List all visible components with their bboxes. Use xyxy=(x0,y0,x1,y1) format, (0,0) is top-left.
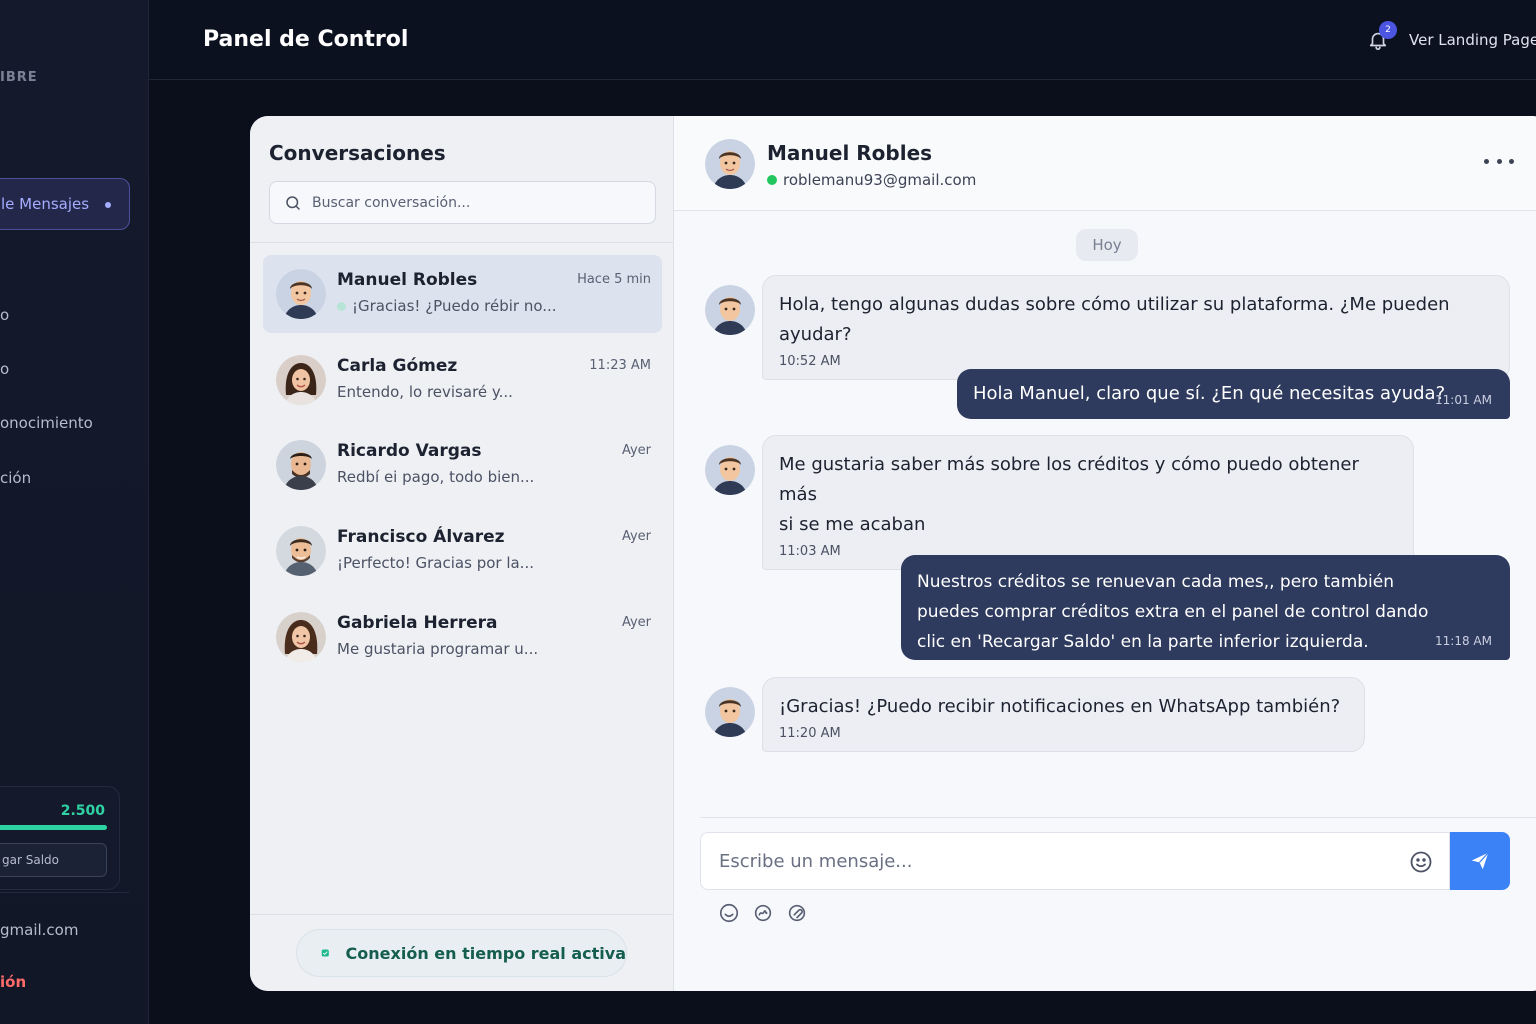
conversation-time: Ayer xyxy=(621,443,651,458)
online-indicator xyxy=(767,175,777,185)
message-text-line: Me gustaria saber más sobre los créditos… xyxy=(779,454,1359,505)
message-time: 10:52 AM xyxy=(779,354,841,369)
credits-widget: 2.500 gar Saldo xyxy=(0,786,120,890)
search-input[interactable] xyxy=(312,194,632,211)
credits-progress-fill xyxy=(0,825,107,830)
message-text-line: clic en 'Recargar Saldo' en la parte inf… xyxy=(917,632,1369,652)
message-time: 11:20 AM xyxy=(779,726,841,741)
conversation-time: Hace 5 min xyxy=(577,272,651,287)
sidebar-item-label: le Mensajes xyxy=(1,195,90,213)
avatar xyxy=(705,445,755,495)
divider xyxy=(700,817,1536,818)
sticker-icon[interactable] xyxy=(752,902,774,924)
check-shield-icon xyxy=(321,949,329,957)
message-bubble: Hola, tengo algunas dudas sobre cómo uti… xyxy=(762,275,1510,380)
conversation-preview-text: ¡Gracias! ¿Puedo rébir no... xyxy=(352,297,557,315)
avatar xyxy=(705,285,755,335)
conversation-time: 11:23 AM xyxy=(589,358,651,373)
message-outgoing: Hola Manuel, claro que sí. ¿En qué neces… xyxy=(957,369,1510,419)
contact-status: roblemanu93@gmail.com xyxy=(767,171,976,189)
message-text: ¡Gracias! ¿Puedo recibir notificaciones … xyxy=(779,696,1341,717)
view-landing-page-link[interactable]: Ver Landing Page xyxy=(1409,31,1536,49)
message-input[interactable] xyxy=(719,850,1379,872)
message-bubble: Me gustaria saber más sobre los créditos… xyxy=(762,435,1414,570)
sidebar-item-2[interactable]: o xyxy=(0,360,9,378)
sidebar-item-mensajes[interactable]: le Mensajes xyxy=(0,178,130,230)
active-indicator-dot xyxy=(105,202,111,208)
contact-avatar xyxy=(705,139,755,189)
sidebar-item-conocimiento[interactable]: onocimiento xyxy=(0,414,93,432)
chat-header: Manuel Robles roblemanu93@gmail.com xyxy=(674,116,1536,211)
conversation-preview: Me gustaria programar u... xyxy=(337,640,539,658)
message-bubble: ¡Gracias! ¿Puedo recibir notificaciones … xyxy=(762,677,1365,752)
conversation-time: Ayer xyxy=(621,615,651,630)
avatar xyxy=(276,440,326,490)
more-options-icon[interactable] xyxy=(1484,151,1514,171)
conversation-name: Gabriela Herrera xyxy=(337,613,498,633)
conversation-name: Manuel Robles xyxy=(337,270,478,290)
day-separator: Hoy xyxy=(1076,229,1138,261)
sidebar: IBRE le Mensajes o o onocimiento ción 2.… xyxy=(0,0,149,1024)
sidebar-divider xyxy=(0,892,129,893)
avatar xyxy=(276,612,326,662)
message-input-box xyxy=(700,832,1450,890)
divider xyxy=(250,914,674,915)
page-title: Panel de Control xyxy=(203,27,409,52)
message-text-line: puedes comprar créditos extra en el pane… xyxy=(917,602,1429,622)
avatar xyxy=(276,355,326,405)
user-email: gmail.com xyxy=(0,921,79,939)
attach-icon[interactable] xyxy=(786,902,808,924)
conversation-name: Carla Gómez xyxy=(337,356,458,376)
message-text: Hola Manuel, claro que sí. ¿En qué neces… xyxy=(973,383,1446,404)
realtime-status-text: Conexión en tiempo real activa xyxy=(345,943,626,963)
conversation-item-gabriela-herrera[interactable]: Gabriela Herrera Ayer Me gustaria progra… xyxy=(263,598,662,676)
credits-value: 2.500 xyxy=(60,803,105,819)
message-time: 11:18 AM xyxy=(1435,634,1492,648)
search-box xyxy=(269,181,656,224)
credits-progress-bar xyxy=(0,825,107,830)
messages-card: Conversaciones Manuel Robles Hace 5 min … xyxy=(250,116,1536,991)
conversation-name: Ricardo Vargas xyxy=(337,441,482,461)
conversation-preview: ¡Perfecto! Gracias por la... xyxy=(337,554,534,572)
avatar xyxy=(276,526,326,576)
conversation-preview: ¡Gracias! ¿Puedo rébir no... xyxy=(337,297,557,315)
conversations-panel: Conversaciones Manuel Robles Hace 5 min … xyxy=(250,116,674,991)
sidebar-item-configuracion[interactable]: ción xyxy=(0,469,31,487)
unread-dot xyxy=(337,302,346,311)
conversation-item-ricardo-vargas[interactable]: Ricardo Vargas Ayer Redbí ei pago, todo … xyxy=(263,426,662,504)
contact-email: roblemanu93@gmail.com xyxy=(783,171,977,189)
message-outgoing: Nuestros créditos se renuevan cada mes,,… xyxy=(901,555,1510,660)
sidebar-brand-label: IBRE xyxy=(0,70,38,85)
conversation-item-manuel-robles[interactable]: Manuel Robles Hace 5 min ¡Gracias! ¿Pued… xyxy=(263,255,662,333)
conversation-preview: Entendo, lo revisaré y... xyxy=(337,383,513,401)
message-text-line: si se me acaban xyxy=(779,514,926,535)
emoji-icon[interactable] xyxy=(1409,850,1433,874)
conversation-item-carla-gomez[interactable]: Carla Gómez 11:23 AM Entendo, lo revisar… xyxy=(263,341,662,419)
conversations-title: Conversaciones xyxy=(269,141,446,165)
avatar xyxy=(276,269,326,319)
recharge-button[interactable]: gar Saldo xyxy=(0,843,107,877)
composer-toolbar xyxy=(718,902,808,924)
conversation-name: Francisco Álvarez xyxy=(337,527,505,547)
divider xyxy=(250,242,674,243)
sidebar-item-1[interactable]: o xyxy=(0,306,9,324)
conversation-item-francisco-alvarez[interactable]: Francisco Álvarez Ayer ¡Perfecto! Gracia… xyxy=(263,512,662,590)
top-bar: Panel de Control 2 Ver Landing Page xyxy=(149,0,1536,80)
message-text-line: Nuestros créditos se renuevan cada mes,,… xyxy=(917,572,1394,592)
realtime-status-pill: Conexión en tiempo real activa xyxy=(296,929,627,977)
conversation-time: Ayer xyxy=(621,529,651,544)
contact-name: Manuel Robles xyxy=(767,141,933,165)
message-text: Hola, tengo algunas dudas sobre cómo uti… xyxy=(779,294,1450,345)
conversation-preview: Redbí ei pago, todo bien... xyxy=(337,468,535,486)
send-icon xyxy=(1471,852,1489,870)
notification-badge: 2 xyxy=(1379,21,1397,39)
send-button[interactable] xyxy=(1450,832,1510,890)
chat-panel: Manuel Robles roblemanu93@gmail.com Hoy … xyxy=(674,116,1536,991)
search-icon xyxy=(286,195,300,210)
avatar xyxy=(705,687,755,737)
logout-button[interactable]: ión xyxy=(0,973,26,991)
smile-icon[interactable] xyxy=(718,902,740,924)
message-time: 11:01 AM xyxy=(1435,393,1492,407)
